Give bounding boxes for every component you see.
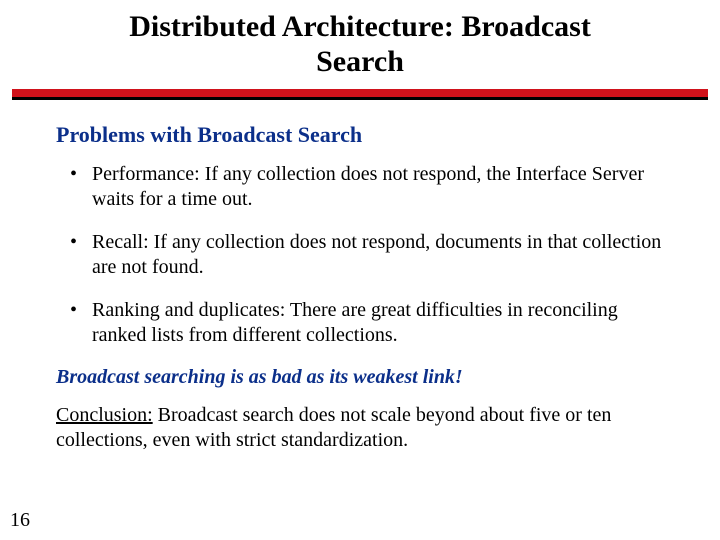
bullet-item: Performance: If any collection does not …	[78, 162, 664, 212]
callout-text: Broadcast searching is as bad as its wea…	[56, 366, 664, 389]
bullet-list: Performance: If any collection does not …	[56, 162, 664, 348]
divider-red	[12, 89, 708, 97]
slide-body: Problems with Broadcast Search Performan…	[0, 100, 720, 453]
conclusion: Conclusion: Broadcast search does not sc…	[56, 403, 664, 453]
page-number: 16	[10, 509, 30, 532]
conclusion-label: Conclusion:	[56, 404, 153, 426]
section-subhead: Problems with Broadcast Search	[56, 122, 664, 148]
slide: Distributed Architecture: Broadcast Sear…	[0, 0, 720, 540]
bullet-item: Ranking and duplicates: There are great …	[78, 298, 664, 348]
bullet-item: Recall: If any collection does not respo…	[78, 230, 664, 280]
title-line-2: Search	[316, 45, 404, 78]
title-line-1: Distributed Architecture: Broadcast	[129, 10, 591, 43]
slide-title: Distributed Architecture: Broadcast Sear…	[0, 0, 720, 85]
